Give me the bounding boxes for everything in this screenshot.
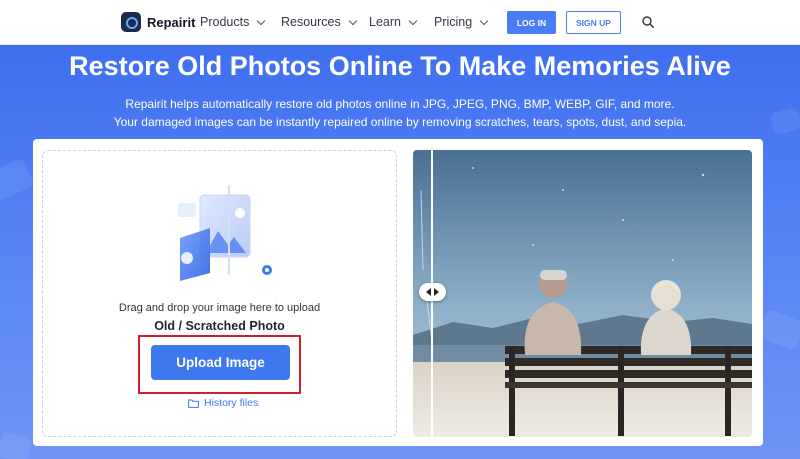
nav-pricing[interactable]: Pricing xyxy=(434,15,489,29)
decorative-shape xyxy=(0,157,35,203)
chevron-down-icon xyxy=(348,16,357,25)
history-files-label: History files xyxy=(204,397,259,409)
folder-icon xyxy=(188,399,199,408)
hero-subtitle-line1: Repairit helps automatically restore old… xyxy=(125,97,675,111)
brand-logo[interactable]: Repairit xyxy=(121,12,195,32)
nav-learn[interactable]: Learn xyxy=(369,15,418,29)
decorative-shape xyxy=(0,431,33,459)
page-title: Restore Old Photos Online To Make Memori… xyxy=(69,51,731,81)
chevron-down-icon xyxy=(257,16,266,25)
nav-resources[interactable]: Resources xyxy=(281,15,357,29)
elderly-couple-bench-photo xyxy=(413,150,752,437)
upload-image-button[interactable]: Upload Image xyxy=(151,345,290,380)
nav-products[interactable]: Products xyxy=(200,15,266,29)
chevron-down-icon xyxy=(408,16,418,25)
repairit-logo-icon xyxy=(121,12,141,32)
top-nav: Repairit Products Resources Learn Pricin… xyxy=(0,0,800,45)
nav-products-label: Products xyxy=(200,15,250,29)
login-button[interactable]: LOG IN xyxy=(507,11,556,34)
brand-name: Repairit xyxy=(147,14,196,30)
arrow-left-icon xyxy=(426,288,431,296)
arrow-right-icon xyxy=(434,288,439,296)
sample-photo-comparison xyxy=(413,150,752,437)
nav-learn-label: Learn xyxy=(369,15,401,29)
hero-subtitle-line2: Your damaged images can be instantly rep… xyxy=(113,115,687,129)
photo-type-label: Old / Scratched Photo xyxy=(154,319,285,333)
nav-resources-label: Resources xyxy=(281,15,341,29)
search-icon[interactable] xyxy=(642,16,654,28)
drag-drop-instruction: Drag and drop your image here to upload xyxy=(118,302,321,314)
photo-upload-illustration xyxy=(178,185,272,281)
comparison-slider-handle[interactable] xyxy=(419,283,446,301)
history-files-link[interactable]: History files xyxy=(188,397,258,409)
chevron-down-icon xyxy=(479,16,489,25)
signup-button[interactable]: SIGN UP xyxy=(566,11,621,34)
decorative-shape xyxy=(758,309,800,351)
nav-pricing-label: Pricing xyxy=(434,15,473,29)
